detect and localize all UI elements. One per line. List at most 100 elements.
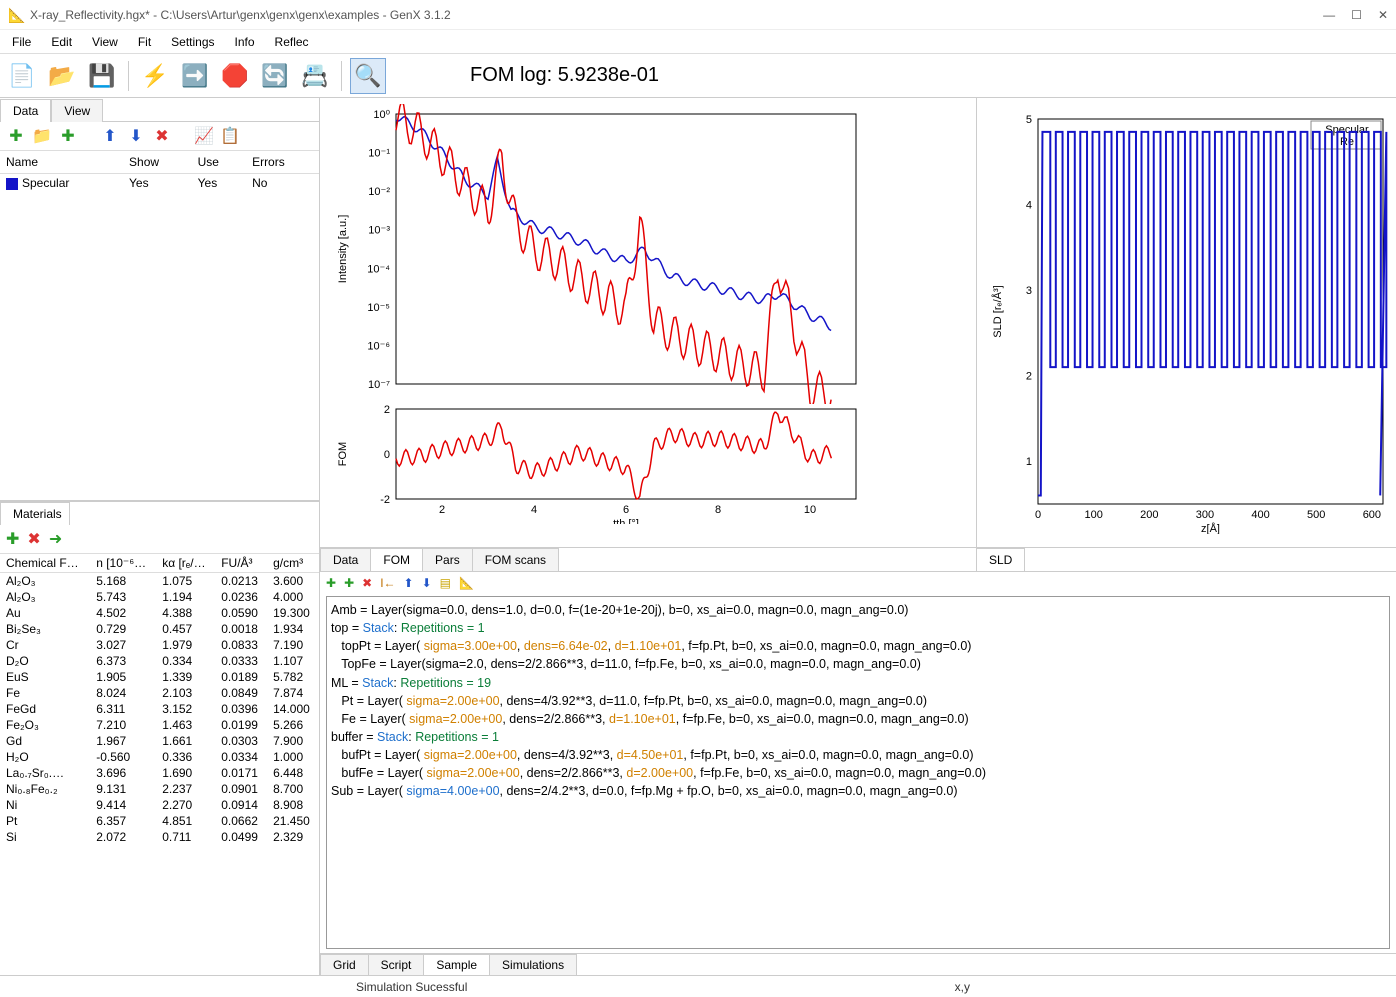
col-header[interactable]: Chemical F… xyxy=(0,554,90,573)
menu-view[interactable]: View xyxy=(84,33,126,51)
table-row[interactable]: EuS1.9051.3390.01895.782 xyxy=(0,669,319,685)
add-material-button[interactable]: ✚ xyxy=(6,529,19,549)
run-fit-button[interactable]: ➡️ xyxy=(177,58,213,94)
materials-table[interactable]: Chemical F…n [10⁻⁶…kα [rₑ/…FU/Å³g/cm³ Al… xyxy=(0,553,319,975)
rename-button[interactable]: I← xyxy=(380,576,395,590)
close-button[interactable]: ✕ xyxy=(1378,8,1388,22)
col-header[interactable]: Show xyxy=(123,151,192,174)
table-row[interactable]: Al₂O₃5.7431.1940.02364.000 xyxy=(0,589,319,605)
col-header[interactable]: Name xyxy=(0,151,123,174)
sld-plot[interactable]: 123450100200300400500600z[Å]SLD [rₑ/Å³]S… xyxy=(976,98,1396,547)
table-settings-button[interactable]: 📋 xyxy=(220,126,240,146)
svg-text:6: 6 xyxy=(623,504,629,516)
table-row[interactable]: Fe₂O₃7.2101.4630.01995.266 xyxy=(0,717,319,733)
svg-text:10: 10 xyxy=(804,504,816,516)
col-header[interactable]: Use xyxy=(192,151,246,174)
svg-text:Re: Re xyxy=(1340,136,1354,148)
svg-text:3: 3 xyxy=(1026,285,1032,297)
table-row[interactable]: SpecularYesYesNo xyxy=(0,174,319,193)
table-row[interactable]: H₂O-0.5600.3360.03341.000 xyxy=(0,749,319,765)
tab-sample[interactable]: Sample xyxy=(423,954,490,975)
menu-settings[interactable]: Settings xyxy=(163,33,222,51)
menu-info[interactable]: Info xyxy=(227,33,263,51)
delete-layer-button[interactable]: ✖ xyxy=(362,576,372,590)
tab-pars[interactable]: Pars xyxy=(422,548,473,571)
duplicate-dataset-button[interactable]: ✚ xyxy=(58,126,78,146)
table-row[interactable]: Cr3.0271.9790.08337.190 xyxy=(0,637,319,653)
zoom-button[interactable]: 🔍 xyxy=(350,58,386,94)
layer-down-button[interactable]: ⬇ xyxy=(422,576,432,590)
svg-text:10⁻⁶: 10⁻⁶ xyxy=(367,340,390,352)
svg-text:0: 0 xyxy=(384,449,390,461)
table-row[interactable]: Gd1.9671.6610.03037.900 xyxy=(0,733,319,749)
col-header[interactable]: FU/Å³ xyxy=(215,554,267,573)
calculate-button[interactable]: 📇 xyxy=(297,58,333,94)
open-dataset-button[interactable]: 📁 xyxy=(32,126,52,146)
sample-params-button[interactable]: ▤ xyxy=(440,576,451,590)
tab-sld[interactable]: SLD xyxy=(976,548,1025,571)
table-row[interactable]: FeGd6.3113.1520.039614.000 xyxy=(0,701,319,717)
table-row[interactable]: Au4.5024.3880.059019.300 xyxy=(0,605,319,621)
add-stack-button[interactable]: ✚ xyxy=(344,576,354,590)
tab-data[interactable]: Data xyxy=(320,548,371,571)
tab-grid[interactable]: Grid xyxy=(320,954,369,975)
tab-script[interactable]: Script xyxy=(368,954,425,975)
move-up-button[interactable]: ⬆ xyxy=(100,126,120,146)
tab-data[interactable]: Data xyxy=(0,99,51,122)
table-row[interactable]: D₂O6.3730.3340.03331.107 xyxy=(0,653,319,669)
reload-button[interactable]: 🔄 xyxy=(257,58,293,94)
menu-edit[interactable]: Edit xyxy=(43,33,80,51)
tab-view[interactable]: View xyxy=(51,99,103,122)
menu-file[interactable]: File xyxy=(4,33,39,51)
svg-text:10⁻⁴: 10⁻⁴ xyxy=(367,263,390,275)
sample-toolbar: ✚ ✚ ✖ I← ⬆ ⬇ ▤ 📐 xyxy=(320,572,1396,594)
data-table: NameShowUseErrors SpecularYesYesNo xyxy=(0,151,319,501)
svg-text:Intensity [a.u.]: Intensity [a.u.] xyxy=(337,215,349,283)
svg-text:10⁰: 10⁰ xyxy=(373,109,390,121)
svg-text:5: 5 xyxy=(1026,114,1032,126)
footer-tabs: GridScriptSampleSimulations xyxy=(320,953,1396,975)
layer-up-button[interactable]: ⬆ xyxy=(404,576,414,590)
col-header[interactable]: Errors xyxy=(246,151,319,174)
delete-material-button[interactable]: ✖ xyxy=(27,529,40,549)
move-down-button[interactable]: ⬇ xyxy=(126,126,146,146)
save-file-button[interactable]: 💾 xyxy=(84,58,120,94)
col-header[interactable]: g/cm³ xyxy=(267,554,319,573)
table-row[interactable]: La₀.₇Sr₀.…3.6961.6900.01716.448 xyxy=(0,765,319,781)
menu-reflec[interactable]: Reflec xyxy=(267,33,317,51)
table-row[interactable]: Al₂O₃5.1681.0750.02133.600 xyxy=(0,573,319,590)
tab-fom[interactable]: FOM xyxy=(370,548,423,571)
menu-fit[interactable]: Fit xyxy=(130,33,159,51)
table-row[interactable]: Si2.0720.7110.04992.329 xyxy=(0,829,319,845)
tab-simulations[interactable]: Simulations xyxy=(489,954,577,975)
svg-text:10⁻⁵: 10⁻⁵ xyxy=(367,302,390,314)
data-toolbar: ✚ 📁 ✚ ⬆ ⬇ ✖ 📈 📋 xyxy=(0,122,319,151)
instrument-button[interactable]: 📐 xyxy=(459,576,474,590)
reflectivity-plot[interactable]: 10⁰10⁻¹10⁻²10⁻³10⁻⁴10⁻⁵10⁻⁶10⁻⁷Intensity… xyxy=(320,98,976,547)
stop-button[interactable]: 🛑 xyxy=(217,58,253,94)
plot-settings-button[interactable]: 📈 xyxy=(194,126,214,146)
maximize-button[interactable]: ☐ xyxy=(1351,8,1362,22)
status-message: Simulation Sucessful xyxy=(356,980,467,994)
simulate-button[interactable]: ⚡ xyxy=(137,58,173,94)
minimize-button[interactable]: — xyxy=(1323,8,1335,22)
add-layer-button[interactable]: ✚ xyxy=(326,576,336,590)
open-file-button[interactable]: 📂 xyxy=(44,58,80,94)
delete-dataset-button[interactable]: ✖ xyxy=(152,126,172,146)
add-dataset-button[interactable]: ✚ xyxy=(6,126,26,146)
table-row[interactable]: Ni₀.₈Fe₀.₂9.1312.2370.09018.700 xyxy=(0,781,319,797)
table-row[interactable]: Bi₂Se₃0.7290.4570.00181.934 xyxy=(0,621,319,637)
window-title: X-ray_Reflectivity.hgx* - C:\Users\Artur… xyxy=(30,8,1323,22)
sample-code-view[interactable]: Amb = Layer(sigma=0.0, dens=1.0, d=0.0, … xyxy=(326,596,1390,949)
apply-material-button[interactable]: ➜ xyxy=(49,529,62,549)
plot-tabs-left: DataFOMParsFOM scans xyxy=(320,548,976,572)
cursor-coords: x,y xyxy=(955,980,970,994)
tab-materials[interactable]: Materials xyxy=(0,502,70,525)
col-header[interactable]: n [10⁻⁶… xyxy=(90,554,156,573)
tab-fom-scans[interactable]: FOM scans xyxy=(472,548,559,571)
table-row[interactable]: Pt6.3574.8510.066221.450 xyxy=(0,813,319,829)
table-row[interactable]: Fe8.0242.1030.08497.874 xyxy=(0,685,319,701)
new-file-button[interactable]: 📄 xyxy=(4,58,40,94)
table-row[interactable]: Ni9.4142.2700.09148.908 xyxy=(0,797,319,813)
col-header[interactable]: kα [rₑ/… xyxy=(156,554,215,573)
